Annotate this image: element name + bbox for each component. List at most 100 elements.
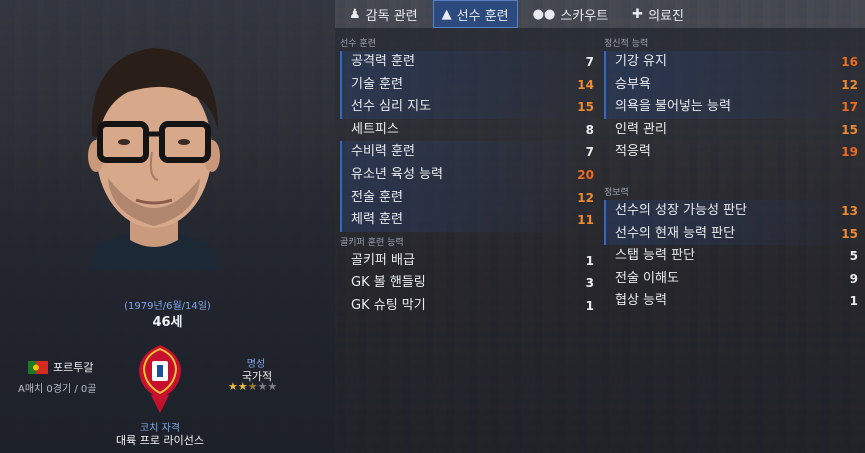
attribute-label: 전술 이해도: [615, 270, 679, 286]
attribute-row[interactable]: 의욕을 불어넣는 능력 17: [604, 96, 858, 119]
section-title-mental: 정신적 능력: [604, 39, 649, 49]
attribute-label: 선수 심리 지도: [351, 99, 432, 115]
knowledge-list: 선수의 성장 가능성 판단 13 선수의 현재 능력 판단 15 스탭 능력 판단 5 전술…: [604, 199, 858, 313]
star-icon: ★: [237, 380, 248, 393]
attribute-value: 15: [841, 226, 858, 241]
attribute-row[interactable]: 유소년 육성 능력 20: [340, 163, 594, 187]
attribute-label: 전술 훈련: [351, 189, 403, 205]
section-title-coaching: 선수 훈련: [340, 39, 376, 49]
attribute-row[interactable]: 선수의 성장 가능성 판단 13: [604, 199, 858, 223]
attribute-label: 기강 유지: [615, 54, 667, 69]
goalkeeping-list: 골키퍼 배급 1 GK 볼 핸들링 3 GK 슈팅 막기 1: [340, 250, 594, 318]
attribute-row[interactable]: GK 볼 핸들링 3: [340, 272, 594, 295]
tab-training[interactable]: ▲ 선수 훈련: [432, 0, 518, 28]
attribute-value: 5: [849, 249, 858, 264]
national-federation-crest-icon: [133, 343, 187, 415]
star-icon: ★: [228, 380, 238, 393]
attribute-row[interactable]: GK 슈팅 막기 1: [340, 295, 594, 318]
attribute-label: 세트피스: [351, 121, 399, 137]
attribute-value: 20: [577, 167, 594, 182]
coaching-list: 공격력 훈련 7 기술 훈련 14 선수 심리 지도 15 세트피스 8 수비력 훈련 7 유소년 …: [340, 51, 594, 232]
international-stats: A매치 0경기 / 0골: [18, 384, 97, 395]
coaching-column: 선수 훈련 공격력 훈련 7 기술 훈련 14 선수 심리 지도 15 세트피스 8 수비력 훈…: [340, 37, 594, 318]
attribute-label: GK 슈팅 막기: [351, 297, 426, 313]
attribute-value: 3: [585, 276, 594, 291]
attribute-value: 15: [577, 100, 594, 115]
tab-label: 스카우트: [560, 8, 609, 24]
attribute-row[interactable]: 협상 능력 1: [604, 290, 858, 313]
attribute-row[interactable]: 기술 훈련 14: [340, 73, 594, 97]
training-icon: ▲: [441, 6, 452, 22]
reputation-stars: ★★★★★: [228, 380, 277, 393]
attribute-row[interactable]: 적응력 19: [604, 141, 858, 164]
coaching-license-value: 대륙 프로 라이선스: [116, 434, 204, 447]
attribute-value: 11: [577, 213, 594, 228]
attribute-label: 스탭 능력 판단: [615, 248, 696, 264]
tab-manager[interactable]: ♟ 감독 관련: [340, 0, 427, 28]
attribute-value: 13: [841, 203, 858, 218]
attribute-label: 선수의 성장 가능성 판단: [615, 202, 747, 218]
attribute-value: 1: [849, 294, 858, 309]
portugal-flag-icon: [28, 360, 48, 374]
attribute-label: 수비력 훈련: [351, 144, 415, 160]
attribute-value: 7: [585, 145, 594, 160]
attribute-value: 16: [841, 55, 858, 69]
attribute-label: 유소년 육성 능력: [351, 166, 443, 182]
attribute-value: 9: [849, 271, 858, 286]
attribute-row[interactable]: 체력 훈련 11: [340, 209, 594, 232]
attribute-label: 기술 훈련: [351, 76, 403, 92]
attribute-row[interactable]: 전술 훈련 12: [340, 186, 594, 210]
attribute-value: 1: [585, 298, 594, 313]
star-icon: ★: [267, 380, 278, 393]
attribute-row[interactable]: 스탭 능력 판단 5: [604, 245, 858, 268]
tab-scouting[interactable]: ●● 스카우트: [524, 0, 618, 28]
attribute-row[interactable]: 전술 이해도 9: [604, 268, 858, 291]
attribute-row[interactable]: 선수의 현재 능력 판단 15: [604, 222, 858, 246]
attribute-row[interactable]: 공격력 훈련 7: [340, 51, 594, 74]
binoculars-icon: ●●: [532, 6, 556, 22]
attribute-value: 14: [577, 77, 594, 92]
medical-kit-icon: ✚: [632, 6, 644, 22]
attribute-row[interactable]: 기강 유지 16: [604, 51, 858, 74]
attribute-value: 12: [841, 77, 858, 92]
attribute-row[interactable]: 인력 관리 15: [604, 119, 858, 142]
attribute-label: 의욕을 불어넣는 능력: [615, 99, 731, 115]
attribute-value: 15: [841, 122, 858, 137]
attribute-label: 협상 능력: [615, 293, 667, 309]
attribute-label: 골키퍼 배급: [351, 252, 415, 268]
section-title-goalkeeping: 골키퍼 훈련 능력: [340, 237, 404, 248]
section-title-knowledge: 정보력: [604, 187, 629, 198]
manager-icon: ♟: [349, 6, 361, 22]
tab-label: 선수 훈련: [456, 8, 509, 24]
attribute-row[interactable]: 승부욕 12: [604, 73, 858, 97]
nationality[interactable]: 포르투갈: [28, 359, 93, 375]
star-icon: ★: [247, 380, 258, 393]
attribute-value: 17: [841, 100, 858, 115]
tab-label: 의료진: [648, 8, 684, 24]
attribute-label: 승부욕: [615, 76, 651, 92]
attribute-row[interactable]: 골키퍼 배급 1: [340, 250, 594, 273]
staff-portrait: [68, 18, 240, 270]
nationality-label: 포르투갈: [53, 361, 94, 374]
attribute-label: 적응력: [615, 144, 651, 160]
mental-column: 정신적 능력 기강 유지 16 승부욕 12 의욕을 불어넣는 능력 17 인력 관리 15 적…: [604, 37, 858, 313]
attribute-label: GK 볼 핸들링: [351, 275, 426, 291]
attribute-row[interactable]: 선수 심리 지도 15: [340, 96, 594, 119]
attribute-row[interactable]: 세트피스 8: [340, 119, 594, 142]
attribute-label: 체력 훈련: [351, 212, 403, 228]
attribute-label: 공격력 훈련: [351, 54, 415, 69]
attribute-value: 8: [585, 122, 594, 137]
tab-label: 감독 관련: [365, 8, 418, 24]
attribute-row[interactable]: 수비력 훈련 7: [340, 141, 594, 164]
star-icon: ★: [257, 380, 268, 393]
attribute-value: 1: [585, 253, 594, 268]
attribute-value: 19: [841, 145, 858, 160]
attribute-value: 7: [585, 55, 594, 69]
mental-list: 기강 유지 16 승부욕 12 의욕을 불어넣는 능력 17 인력 관리 15 적응력 19: [604, 51, 858, 164]
tab-bar: ♟ 감독 관련 ▲ 선수 훈련 ●● 스카우트 ✚ 의료진: [340, 0, 693, 28]
attribute-value: 12: [577, 190, 594, 205]
tab-medical[interactable]: ✚ 의료진: [623, 0, 693, 28]
attribute-label: 선수의 현재 능력 판단: [615, 225, 736, 241]
attribute-label: 인력 관리: [615, 121, 667, 137]
date-of-birth: (1979년/6월/14일): [124, 301, 211, 312]
